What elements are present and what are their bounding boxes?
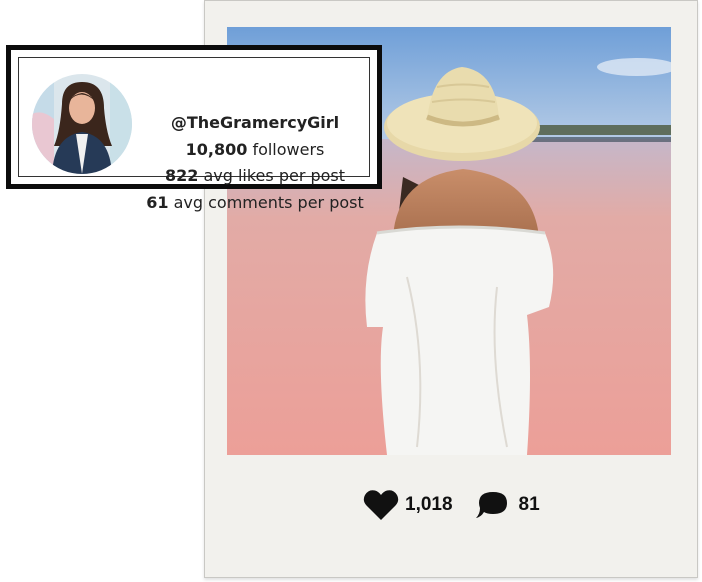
speech-bubble-icon[interactable]	[475, 490, 509, 520]
avg-comments-value: 61	[146, 192, 169, 212]
avatar-illustration	[32, 74, 132, 174]
avg-likes-value: 822	[164, 166, 199, 185]
profile-handle[interactable]: @TheGramercyGirl	[135, 110, 375, 137]
heart-icon[interactable]	[363, 489, 399, 521]
followers-line: 10,800 followers	[135, 137, 375, 164]
followers-label: followers	[252, 139, 325, 159]
likes-count: 1,018	[405, 494, 453, 515]
followers-value: 10,800	[185, 139, 248, 159]
post-stats: 1,018 81	[363, 485, 540, 525]
avg-comments-line: 61 avg comments per post	[135, 190, 375, 217]
avatar[interactable]	[32, 74, 132, 174]
avg-likes-label: avg likes per post	[203, 166, 346, 185]
comments-count: 81	[518, 494, 540, 515]
avg-comments-label: avg comments per post	[173, 192, 364, 212]
avg-likes-line: 822 avg likes per post	[135, 163, 375, 190]
profile-card: @TheGramercyGirl 10,800 followers 822 av…	[6, 45, 382, 212]
profile-stats: @TheGramercyGirl 10,800 followers 822 av…	[135, 110, 375, 216]
